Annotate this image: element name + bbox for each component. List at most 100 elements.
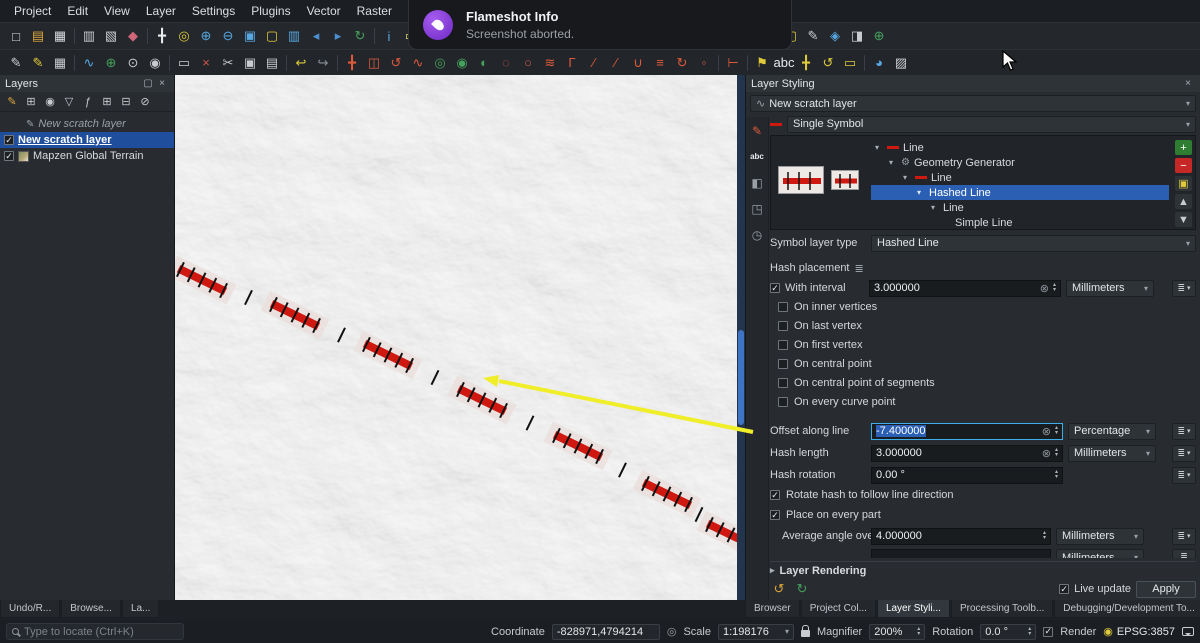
- delete-ring-icon[interactable]: ◌: [495, 52, 517, 73]
- geometry-checker-icon[interactable]: ▨: [890, 52, 912, 73]
- placement-option[interactable]: On every curve point: [770, 395, 1196, 409]
- identify-features-icon[interactable]: i: [378, 26, 400, 47]
- locate-search[interactable]: [6, 623, 184, 640]
- spin-down-icon[interactable]: ▾: [917, 631, 920, 637]
- messages-icon[interactable]: [1182, 627, 1194, 636]
- checkbox[interactable]: [778, 340, 788, 350]
- map-canvas[interactable]: [175, 75, 737, 600]
- coordinate-value[interactable]: -828971,4794214: [551, 623, 660, 640]
- change-label-icon[interactable]: ▭: [839, 52, 861, 73]
- trim-extend-icon[interactable]: ⊢: [722, 52, 744, 73]
- digitize-with-segment-icon[interactable]: ∿: [78, 52, 100, 73]
- live-update-checkbox[interactable]: ✓: [1059, 584, 1070, 594]
- hash-length-spinbox[interactable]: 3.000000 ⊗ ▴ ▾: [871, 444, 1063, 462]
- spin-down-icon[interactable]: ▾: [1053, 287, 1056, 293]
- fill-ring-icon[interactable]: ◐: [473, 52, 495, 73]
- expand-all-icon[interactable]: ⊞: [98, 93, 116, 110]
- remove-symbol-layer-button[interactable]: −: [1175, 158, 1192, 173]
- dock-tab[interactable]: Undo/R...: [0, 600, 61, 618]
- rotation-spinbox[interactable]: 0.0 ° ▴ ▾: [980, 623, 1037, 640]
- move-down-button[interactable]: ▼: [1175, 212, 1192, 227]
- rotate-label-icon[interactable]: ↺: [817, 52, 839, 73]
- notification-toast[interactable]: Flameshot Info Screenshot aborted.: [408, 0, 792, 50]
- data-defined-override-button[interactable]: ≣ ▾: [1172, 466, 1196, 484]
- layer-visibility-checkbox[interactable]: ✓: [4, 135, 14, 145]
- pin-labels-icon[interactable]: ⚑: [751, 52, 773, 73]
- layer-item-edit-indicator[interactable]: ✎ New scratch layer: [0, 116, 174, 132]
- menu-item[interactable]: Vector: [299, 2, 349, 20]
- dock-tab[interactable]: La...: [121, 600, 160, 618]
- tab-3d[interactable]: ◳: [748, 199, 767, 218]
- diagram-options-icon[interactable]: ◕: [868, 52, 890, 73]
- highlight-labels-icon[interactable]: abc: [773, 52, 795, 73]
- dock-tab[interactable]: Browser: [745, 600, 800, 618]
- pan-to-selection-icon[interactable]: ◎: [173, 26, 195, 47]
- with-interval-checkbox[interactable]: ✓: [770, 283, 780, 293]
- offset-curve-icon[interactable]: ≋: [539, 52, 561, 73]
- layout-manager-icon[interactable]: ▧: [100, 26, 122, 47]
- float-panel-icon[interactable]: ▢: [141, 78, 155, 89]
- hash-rotation-spinbox[interactable]: 0.00 ° ▴ ▾: [871, 466, 1063, 484]
- symbol-preview-small[interactable]: [831, 170, 859, 190]
- tree-node-hashed-line[interactable]: ▾ Hashed Line: [871, 185, 1169, 200]
- tree-node-line[interactable]: ▾ Line: [871, 140, 1169, 155]
- symbol-preview-large[interactable]: [778, 166, 824, 194]
- filter-legend-icon[interactable]: ▽: [60, 93, 78, 110]
- close-panel-icon[interactable]: ×: [155, 78, 169, 89]
- spin-down-icon[interactable]: ▾: [1055, 430, 1058, 436]
- delete-part-icon[interactable]: ○: [517, 52, 539, 73]
- tab-labels[interactable]: abc: [748, 147, 767, 166]
- dock-tab[interactable]: Debugging/Development To...: [1054, 600, 1200, 618]
- data-defined-override-button[interactable]: ≣ ▾: [1172, 527, 1196, 545]
- data-defined-override-button[interactable]: ≣ ▾: [1172, 422, 1196, 440]
- offset-point-symbols-icon[interactable]: ◦: [693, 52, 715, 73]
- symbology-undo-button[interactable]: ↺: [770, 581, 788, 597]
- copy-move-feature-icon[interactable]: ◫: [363, 52, 385, 73]
- spin-down-icon[interactable]: ▾: [1055, 452, 1058, 458]
- spin-down-icon[interactable]: ▾: [1055, 474, 1058, 480]
- rotate-feature-icon[interactable]: ↺: [385, 52, 407, 73]
- extent-icon[interactable]: ◎: [667, 625, 677, 638]
- chevron-down-icon[interactable]: ▾: [889, 158, 897, 167]
- zoom-in-icon[interactable]: ⊕: [195, 26, 217, 47]
- style-manager-icon[interactable]: ◆: [122, 26, 144, 47]
- tab-symbology[interactable]: ✎: [748, 121, 767, 140]
- placement-option[interactable]: On central point: [770, 357, 1196, 371]
- checkbox[interactable]: [778, 359, 788, 369]
- tree-node-geometry-generator[interactable]: ▾ ⚙ Geometry Generator: [871, 155, 1169, 170]
- current-edits-icon[interactable]: ✎: [5, 52, 27, 73]
- layer-visibility-checkbox[interactable]: ✓: [4, 151, 14, 161]
- apply-button[interactable]: Apply: [1136, 580, 1196, 598]
- layer-item-new-scratch-layer[interactable]: ✓ New scratch layer: [0, 132, 174, 148]
- decorations-icon[interactable]: ◈: [824, 26, 846, 47]
- add-annotation-icon[interactable]: ⊕: [868, 26, 890, 47]
- clear-icon[interactable]: ⊗: [1042, 447, 1051, 460]
- add-symbol-layer-button[interactable]: +: [1175, 140, 1192, 155]
- cut-features-icon[interactable]: ✂: [217, 52, 239, 73]
- clipped-unit-selector[interactable]: Millimeters ▾: [1056, 549, 1144, 558]
- zoom-full-icon[interactable]: ▣: [239, 26, 261, 47]
- zoom-to-selection-icon[interactable]: ▢: [261, 26, 283, 47]
- modify-attributes-icon[interactable]: ▭: [173, 52, 195, 73]
- save-layer-edits-icon[interactable]: ▦: [49, 52, 71, 73]
- dock-tab[interactable]: Project Col...: [800, 600, 876, 618]
- chevron-down-icon[interactable]: ▾: [903, 173, 911, 182]
- simplify-feature-icon[interactable]: ∿: [407, 52, 429, 73]
- offset-along-line-spinbox[interactable]: -7.400000 ⊗ ▴ ▾: [871, 422, 1063, 440]
- remove-layer-icon[interactable]: ⊘: [136, 93, 154, 110]
- data-defined-override-button[interactable]: ≣ ▾: [1172, 279, 1196, 297]
- placement-option[interactable]: On first vertex: [770, 338, 1196, 352]
- pan-map-icon[interactable]: ╋: [151, 26, 173, 47]
- dock-tab[interactable]: Browse...: [61, 600, 121, 618]
- menu-item[interactable]: Settings: [184, 2, 243, 20]
- symbol-mode-selector[interactable]: Single Symbol ▾: [787, 115, 1196, 133]
- panel-splitter[interactable]: [737, 75, 745, 600]
- render-checkbox[interactable]: ✓: [1043, 626, 1054, 637]
- data-defined-override-button[interactable]: ≣: [1172, 549, 1196, 558]
- new-annotation-icon[interactable]: ✎: [802, 26, 824, 47]
- menu-item[interactable]: Raster: [349, 2, 400, 20]
- average-angle-unit-selector[interactable]: Millimeters ▾: [1056, 527, 1144, 545]
- chevron-down-icon[interactable]: ▾: [875, 143, 883, 152]
- layer-item-mapzen-global-terrain[interactable]: ✓ Mapzen Global Terrain: [0, 148, 174, 164]
- refresh-map-icon[interactable]: ↻: [349, 26, 371, 47]
